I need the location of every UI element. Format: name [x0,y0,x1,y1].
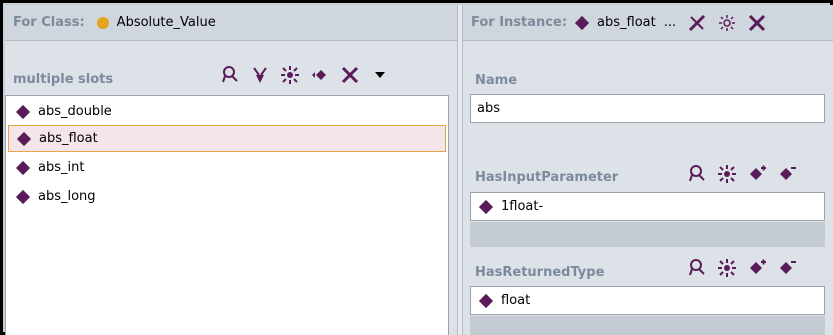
instance-icon [15,189,31,204]
ellipsis: ... [663,15,677,30]
add-slot-icon[interactable] [249,64,271,86]
view-value-icon[interactable] [686,257,708,279]
list-item[interactable]: abs_double [8,98,446,125]
class-icon [96,16,109,29]
create-value-icon[interactable] [716,163,738,185]
instance-name: abs_float [597,15,656,30]
instance-header-label: For Instance: [471,15,568,30]
slot-list: abs_double abs_float abs_int abs_long [5,95,449,335]
slots-toolbar: multiple slots [5,42,457,94]
view-value-icon[interactable] [686,163,708,185]
class-name: Absolute_Value [116,15,216,30]
create-slot-icon[interactable] [279,64,301,86]
returned-type-label: HasReturnedType [475,265,605,280]
list-item-label: abs_float [39,131,98,146]
settings-icon[interactable] [716,12,738,34]
create-value-icon[interactable] [716,257,738,279]
instance-panel: For Instance: abs_float ... Name abs Has… [463,5,833,335]
input-parameter-field[interactable]: 1float- [470,192,825,221]
view-slot-icon[interactable] [219,64,241,86]
name-label: Name [475,73,518,88]
instance-icon [478,199,494,214]
slots-label: multiple slots [13,72,114,87]
close-icon[interactable] [746,12,768,34]
delete-slot-icon[interactable] [339,64,361,86]
returned-type-spacer [470,316,825,335]
instance-header: For Instance: abs_float ... [463,5,833,41]
add-value-icon[interactable] [746,163,768,185]
instance-icon [15,104,31,119]
list-item-label: abs_double [38,104,112,119]
instance-icon [15,160,31,175]
class-header: For Class: Absolute_Value [5,5,457,41]
class-panel: For Class: Absolute_Value multiple slots [5,5,457,335]
list-item[interactable]: abs_long [8,183,446,210]
name-value: abs [477,101,500,116]
remove-value-icon[interactable] [776,257,798,279]
input-parameter-label: HasInputParameter [475,170,619,185]
menu-dropdown-icon[interactable] [369,64,391,86]
add-value-icon[interactable] [746,257,768,279]
list-item[interactable]: abs_int [8,154,446,181]
instance-icon [16,131,32,146]
list-item[interactable]: abs_float [8,125,446,152]
returned-type-value: float [501,293,531,308]
input-parameter-spacer [470,222,825,247]
name-field[interactable]: abs [470,94,825,123]
instance-icon [478,293,494,308]
window-frame: For Class: Absolute_Value multiple slots [0,0,833,335]
returned-type-field[interactable]: float [470,286,825,315]
input-parameter-value: 1float- [501,199,544,214]
instance-icon [574,15,590,30]
remove-slot-icon[interactable] [309,64,331,86]
class-header-label: For Class: [13,15,85,30]
remove-value-icon[interactable] [776,163,798,185]
list-item-label: abs_int [38,160,85,175]
list-item-label: abs_long [38,189,96,204]
references-icon[interactable] [686,12,708,34]
